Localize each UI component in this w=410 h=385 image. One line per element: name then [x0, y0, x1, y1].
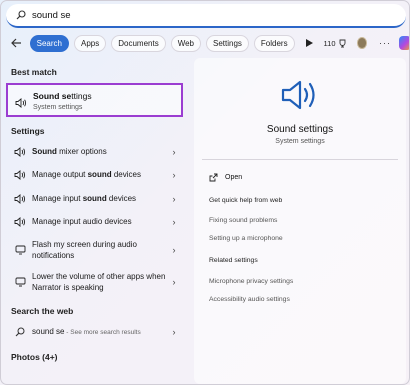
- chevron-right-icon: ›: [172, 216, 176, 227]
- more-options-icon[interactable]: ···: [379, 38, 391, 48]
- best-match-header: Best match: [11, 67, 57, 77]
- details-title: Sound settings: [266, 124, 334, 135]
- screen-flash-icon: [13, 245, 27, 255]
- list-item-label: Flash my screen during audio notificatio…: [32, 240, 137, 260]
- help-link-microphone[interactable]: Setting up a microphone: [209, 235, 283, 242]
- avatar[interactable]: [356, 37, 368, 49]
- related-link-microphone-privacy[interactable]: Microphone privacy settings: [209, 278, 293, 285]
- chevron-right-icon: ›: [172, 169, 176, 180]
- photos-header[interactable]: Photos (4+): [11, 352, 58, 362]
- search-window: sound se Search Apps Documents Web Setti…: [0, 0, 410, 385]
- quick-help-header: Get quick help from web: [209, 197, 283, 204]
- search-icon: [10, 10, 32, 20]
- list-item[interactable]: Manage input audio devices ›: [1, 216, 191, 227]
- results-pane: Best match Sound settings System setting…: [1, 61, 193, 384]
- open-button[interactable]: Open: [209, 173, 242, 182]
- speaker-icon: [13, 169, 27, 180]
- tab-web[interactable]: Web: [170, 34, 202, 52]
- list-item-label: Lower the volume of other apps when Narr…: [32, 272, 166, 292]
- list-item-label: Manage input audio devices: [32, 217, 132, 226]
- related-settings-header: Related settings: [209, 257, 258, 264]
- filter-bar: Search Apps Documents Web Settings Folde…: [1, 32, 409, 54]
- rewards-points: 110: [323, 38, 336, 48]
- tab-settings[interactable]: Settings: [206, 34, 249, 52]
- details-subtitle: System settings: [275, 138, 325, 145]
- search-query-text: sound se: [32, 9, 71, 21]
- copilot-icon[interactable]: [399, 36, 409, 50]
- divider: [202, 159, 398, 160]
- tab-search[interactable]: Search: [29, 34, 69, 52]
- related-link-accessibility-audio[interactable]: Accessibility audio settings: [209, 296, 290, 303]
- speaker-icon: [13, 193, 27, 204]
- list-item-label: Manage output sound devices: [32, 170, 141, 179]
- open-label: Open: [225, 174, 243, 181]
- tab-folders[interactable]: Folders: [253, 34, 295, 52]
- best-match-subtitle: System settings: [33, 104, 83, 111]
- list-item-label: Manage input sound devices: [32, 194, 137, 203]
- help-link-fixing-sound[interactable]: Fixing sound problems: [209, 217, 277, 224]
- details-pane: Sound settings System settings Open Get …: [194, 58, 406, 384]
- speaker-icon: [280, 78, 320, 117]
- list-item[interactable]: Manage input sound devices ›: [1, 193, 191, 204]
- list-item[interactable]: Manage output sound devices ›: [1, 169, 191, 180]
- settings-header: Settings: [11, 126, 45, 136]
- search-input[interactable]: sound se: [6, 4, 406, 28]
- more-filters-play-icon[interactable]: [304, 39, 316, 47]
- trophy-icon[interactable]: [338, 39, 347, 48]
- list-item[interactable]: Sound mixer options ›: [1, 146, 191, 157]
- speaker-icon: [13, 216, 27, 227]
- web-search-result[interactable]: sound se - See more search results ›: [1, 326, 191, 338]
- list-item[interactable]: Lower the volume of other apps when Narr…: [1, 271, 191, 293]
- chevron-right-icon: ›: [172, 277, 176, 287]
- list-item-label: Sound mixer options: [32, 147, 107, 156]
- search-web-header: Search the web: [11, 306, 74, 316]
- back-arrow-icon[interactable]: [10, 38, 24, 48]
- chevron-right-icon: ›: [172, 245, 176, 255]
- tab-documents[interactable]: Documents: [111, 34, 166, 52]
- open-external-icon: [209, 173, 218, 182]
- best-match-title: Sound settings: [33, 91, 92, 101]
- narrator-icon: [13, 277, 27, 287]
- chevron-right-icon: ›: [172, 193, 176, 204]
- best-match-result[interactable]: Sound settings System settings: [6, 83, 183, 117]
- tab-apps[interactable]: Apps: [74, 34, 107, 52]
- web-search-label: sound se - See more search results: [32, 327, 141, 336]
- chevron-right-icon: ›: [172, 146, 176, 157]
- chevron-right-icon: ›: [172, 327, 176, 337]
- search-icon: [13, 327, 27, 337]
- speaker-icon: [13, 146, 27, 157]
- list-item[interactable]: Flash my screen during audio notificatio…: [1, 239, 191, 261]
- speaker-icon: [15, 95, 27, 113]
